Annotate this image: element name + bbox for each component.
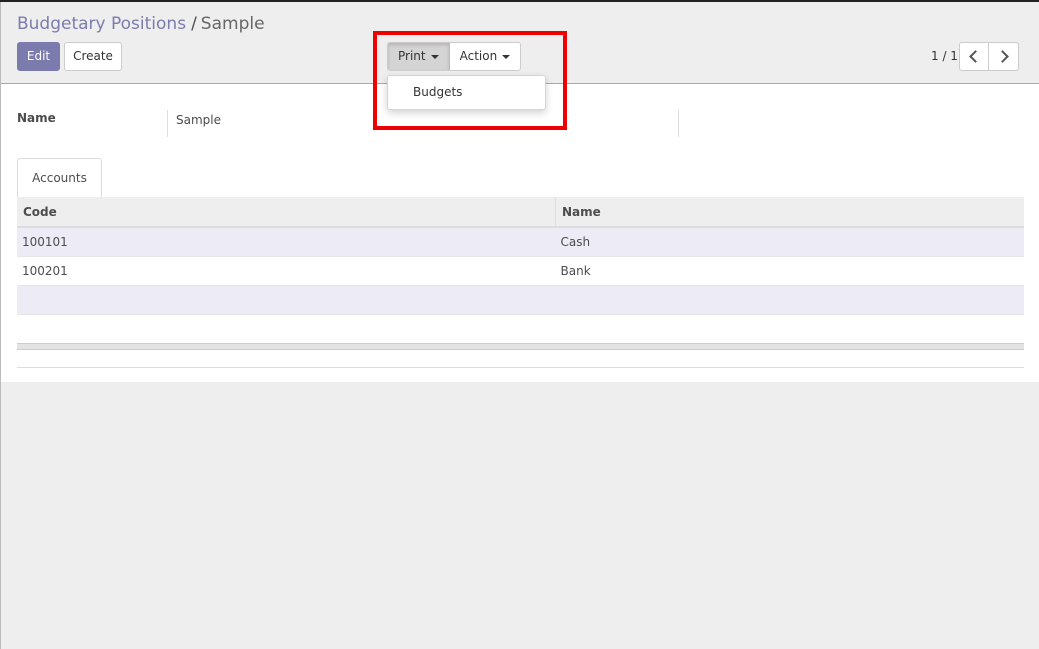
field-divider [678, 110, 679, 137]
pager-value: 1 / 1 [931, 49, 958, 63]
action-button-label: Action [459, 49, 498, 63]
cell-name: Cash [555, 226, 1024, 257]
table-row-empty [17, 314, 1024, 343]
caret-down-icon [502, 55, 511, 59]
table-row-empty [17, 285, 1024, 315]
action-button[interactable]: Action [449, 43, 521, 70]
print-dropdown-menu: Budgets [387, 75, 546, 110]
caret-down-icon [430, 55, 439, 59]
breadcrumb-parent-link[interactable]: Budgetary Positions [17, 14, 186, 34]
sidebar-button-group: Print Action [387, 42, 522, 71]
breadcrumb-separator: / [191, 14, 197, 34]
breadcrumb-current: Sample [200, 14, 265, 34]
pager-previous-button[interactable] [959, 42, 989, 71]
table-header-row: Code Name [17, 197, 1024, 228]
accounts-table: Code Name 100101 Cash 100201 Bank [17, 197, 1024, 343]
table-row[interactable]: 100201 Bank [17, 256, 1024, 286]
print-button[interactable]: Print [388, 43, 450, 70]
table-row[interactable]: 100101 Cash [17, 226, 1024, 257]
print-button-label: Print [398, 49, 426, 63]
column-header-name[interactable]: Name [555, 197, 1024, 228]
control-panel: Budgetary Positions / Sample Edit Create P… [1, 2, 1039, 84]
pager-next-button[interactable] [989, 42, 1019, 71]
table-bottom-divider [17, 367, 1024, 368]
cell-code: 100201 [17, 256, 556, 286]
notebook-tabs: Accounts [17, 158, 1024, 198]
cell-code: 100101 [17, 226, 556, 257]
column-header-code[interactable]: Code [17, 197, 556, 228]
table-footer [17, 343, 1024, 350]
name-field-label: Name [17, 111, 56, 125]
create-button[interactable]: Create [64, 42, 122, 71]
cell-name: Bank [555, 256, 1024, 286]
chevron-right-icon [995, 50, 1009, 63]
form-sheet: Name Sample Accounts Code Name 100101 Ca… [1, 84, 1039, 382]
tab-accounts[interactable]: Accounts [17, 158, 102, 198]
edit-button[interactable]: Edit [17, 42, 60, 71]
breadcrumb: Budgetary Positions / Sample [17, 13, 265, 35]
chevron-left-icon [969, 50, 982, 63]
field-divider [167, 110, 168, 137]
name-field-value: Sample [176, 113, 221, 127]
menu-item-budgets[interactable]: Budgets [413, 85, 462, 99]
